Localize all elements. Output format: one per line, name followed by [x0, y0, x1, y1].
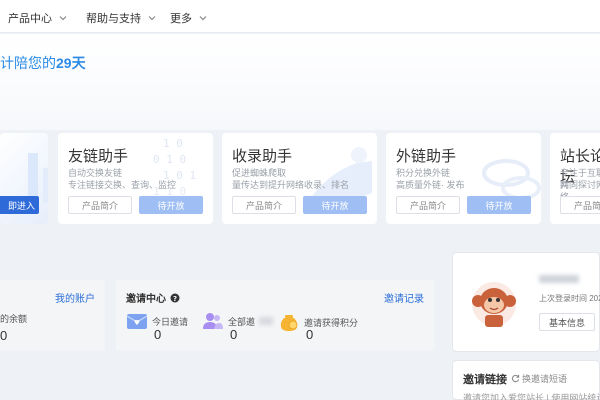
coins-bag-icon: [280, 315, 298, 331]
card-desc: 促进蜘蛛爬取: [232, 168, 287, 178]
refresh-icon: [511, 374, 520, 383]
welcome-banner: 计陪您的29天: [0, 34, 600, 130]
card-title: 友链助手: [68, 148, 129, 165]
card-desc: 自动交换友链: [68, 168, 123, 178]
my-account-link[interactable]: 我的账户: [55, 290, 95, 305]
basic-info-button[interactable]: 基本信息: [539, 313, 595, 331]
redacted-username: [539, 275, 579, 283]
all-invite-stat: 全部邀: [202, 312, 274, 330]
today-invite-value: 0: [154, 327, 162, 342]
product-card-friendlink: 1 0 0 1 0 1 0 1 1 1 0 友链助手 自动交换友链 专注链接交换…: [58, 133, 213, 224]
card-desc: 量传达到提升网络收录、排名: [232, 180, 350, 190]
top-navbar: 产品中心 帮助与支持 更多: [0, 0, 600, 33]
invite-center-title: 邀请中心 ?: [126, 290, 180, 305]
nav-help-support-label: 帮助与支持: [86, 13, 141, 25]
nav-product-center[interactable]: 产品中心: [8, 10, 68, 26]
users-icon: [203, 313, 223, 329]
nav-help-support[interactable]: 帮助与支持: [86, 10, 157, 26]
change-short-link[interactable]: 换邀请短语: [511, 372, 567, 385]
welcome-text: 计陪您的29天: [0, 55, 86, 71]
nav-product-center-label: 产品中心: [8, 13, 52, 25]
product-card-outlink: 外链助手 积分兑换外链 高质量外链· 发布 产品简介 待开放: [386, 133, 541, 224]
invite-link-card: 邀请链接 换邀请短语 邀请您加入爱您站长 | 使用网站统计: [452, 360, 600, 400]
card-title: 收录助手: [232, 148, 293, 165]
card-desc: 高质量外链· 发布: [396, 180, 465, 190]
help-icon[interactable]: ?: [170, 293, 180, 303]
product-intro-button[interactable]: 产品简介: [232, 196, 296, 214]
pending-open-button[interactable]: 待开放: [139, 196, 203, 214]
invite-records-link[interactable]: 邀请记录: [384, 290, 424, 305]
product-card-indexing: 收录助手 促进蜘蛛爬取 量传达到提升网络收录、排名 产品简介 待开放: [222, 133, 377, 224]
profile-card: 上次登录时间 202 基本信息: [452, 252, 600, 352]
redacted-text: [259, 317, 274, 325]
card-desc: 积分兑换外链: [396, 168, 451, 178]
nav-more[interactable]: 更多: [170, 10, 208, 26]
product-intro-button[interactable]: 产品简介: [560, 196, 600, 214]
monkey-avatar-icon: [472, 282, 516, 327]
product-card-forum: 站长论坛 专注于互联网 共同探讨网络 产品简介: [550, 133, 600, 224]
last-login-label: 上次登录时间 202: [539, 294, 600, 303]
product-intro-button[interactable]: 产品简介: [396, 196, 460, 214]
invite-center-panel: 邀请中心 ? 邀请记录 今日邀请 0 全部邀 0 邀请获得积分 0: [116, 280, 434, 350]
card-desc: 专注链接交换、查询、监控: [68, 180, 177, 190]
chevron-down-icon: [59, 16, 67, 21]
envelope-heart-icon: [126, 314, 148, 329]
account-panel: 我的账户 的余额 0: [0, 280, 105, 350]
balance-label: 的余额: [0, 314, 28, 324]
svg-text:0 1 0: 0 1 0: [153, 153, 186, 166]
svg-text:1 0: 1 0: [163, 137, 183, 150]
all-invite-value: 0: [230, 327, 238, 342]
svg-text:?: ?: [173, 295, 177, 303]
balance-value: 0: [0, 328, 8, 343]
chevron-down-icon: [199, 16, 207, 21]
enter-button[interactable]: 即进入: [0, 196, 39, 214]
invite-points-value: 0: [306, 327, 314, 342]
card-title: 外链助手: [396, 148, 457, 165]
invite-points-stat: 邀请获得积分: [278, 312, 358, 332]
product-intro-button[interactable]: 产品简介: [68, 196, 132, 214]
pending-open-button[interactable]: 待开放: [467, 196, 531, 214]
nav-more-label: 更多: [170, 13, 192, 25]
chevron-down-icon: [148, 16, 156, 21]
invite-link-text: 邀请您加入爱您站长 | 使用网站统计: [463, 393, 600, 400]
pending-open-button[interactable]: 待开放: [303, 196, 367, 214]
days-count: 29天: [56, 55, 86, 71]
invite-link-title: 邀请链接: [463, 374, 507, 386]
